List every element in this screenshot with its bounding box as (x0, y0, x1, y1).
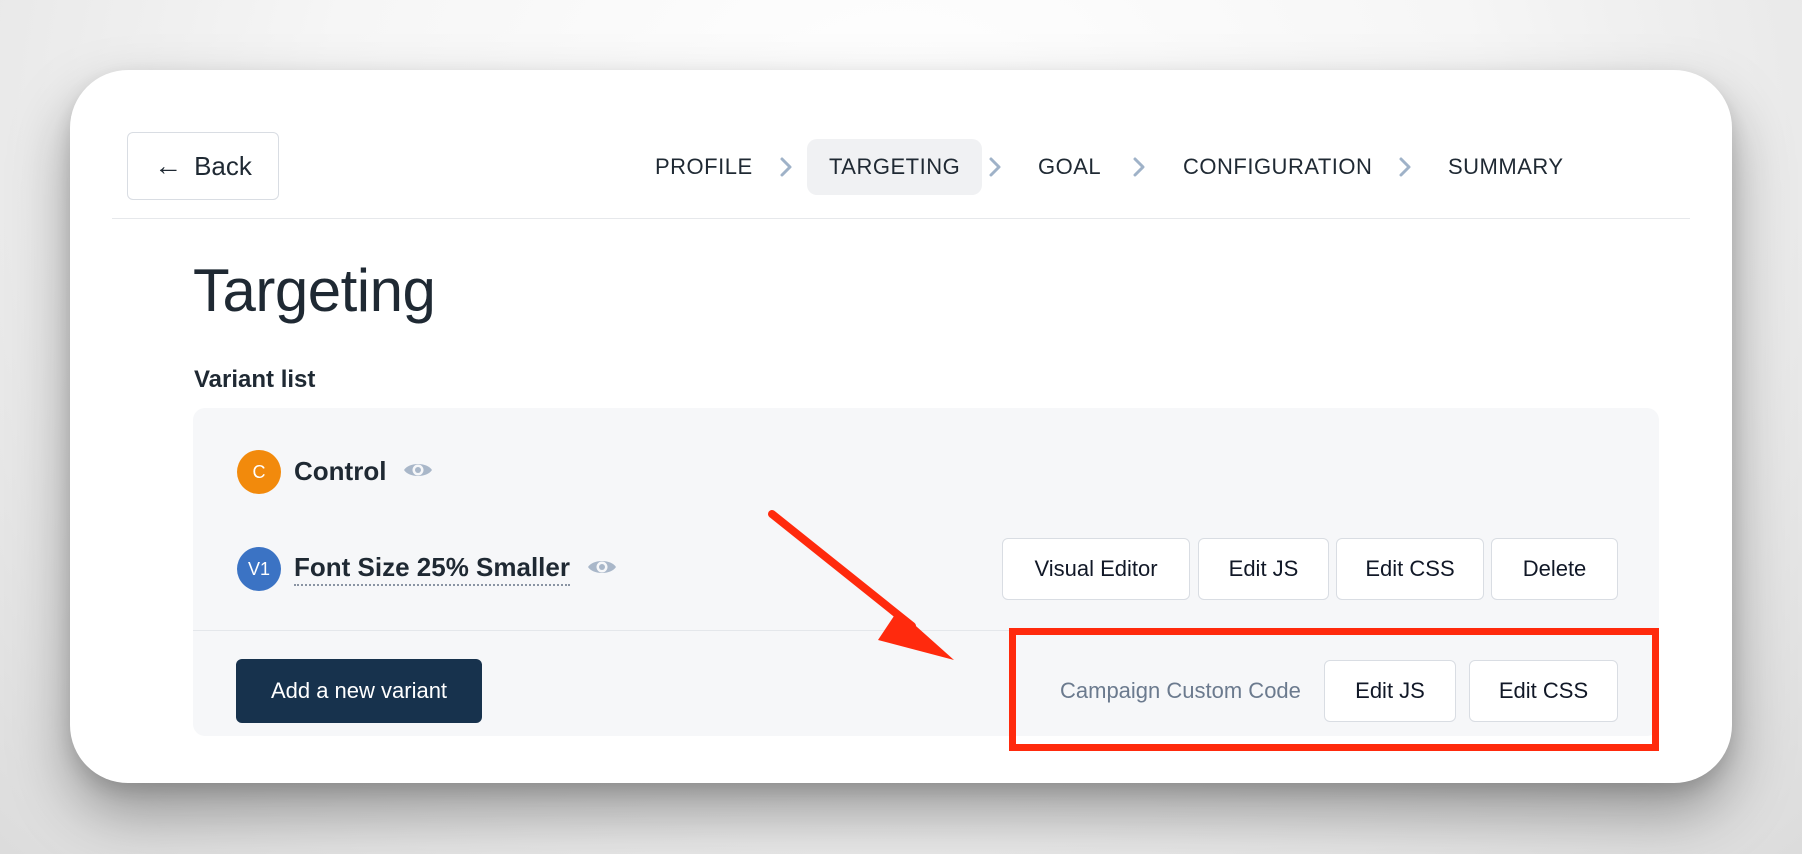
header-divider (112, 218, 1690, 219)
step-goal[interactable]: GOAL (1038, 139, 1101, 195)
eye-icon[interactable] (586, 556, 618, 578)
variant-name-v1[interactable]: Font Size 25% Smaller (294, 552, 570, 586)
chevron-right-icon (989, 157, 1001, 177)
control-badge: C (237, 450, 281, 494)
step-profile[interactable]: PROFILE (655, 139, 753, 195)
chevron-right-icon (780, 157, 792, 177)
annotation-highlight-box (1009, 628, 1659, 751)
variant-v1-badge: V1 (237, 547, 281, 591)
variant-edit-js-button[interactable]: Edit JS (1198, 538, 1329, 600)
step-targeting[interactable]: TARGETING (807, 139, 983, 195)
chevron-right-icon (1399, 157, 1411, 177)
step-navigation: PROFILE TARGETING GOAL CONFIGURATION SUM… (0, 139, 1802, 195)
delete-variant-button[interactable]: Delete (1491, 538, 1618, 600)
visual-editor-button[interactable]: Visual Editor (1002, 538, 1190, 600)
step-summary[interactable]: SUMMARY (1448, 139, 1564, 195)
add-variant-button[interactable]: Add a new variant (236, 659, 482, 723)
variant-edit-css-button[interactable]: Edit CSS (1336, 538, 1484, 600)
eye-icon[interactable] (402, 459, 434, 481)
variant-name-control: Control (294, 456, 387, 486)
page-title: Targeting (193, 257, 436, 324)
step-configuration[interactable]: CONFIGURATION (1183, 139, 1372, 195)
chevron-right-icon (1133, 157, 1145, 177)
variant-list-label: Variant list (194, 366, 316, 393)
